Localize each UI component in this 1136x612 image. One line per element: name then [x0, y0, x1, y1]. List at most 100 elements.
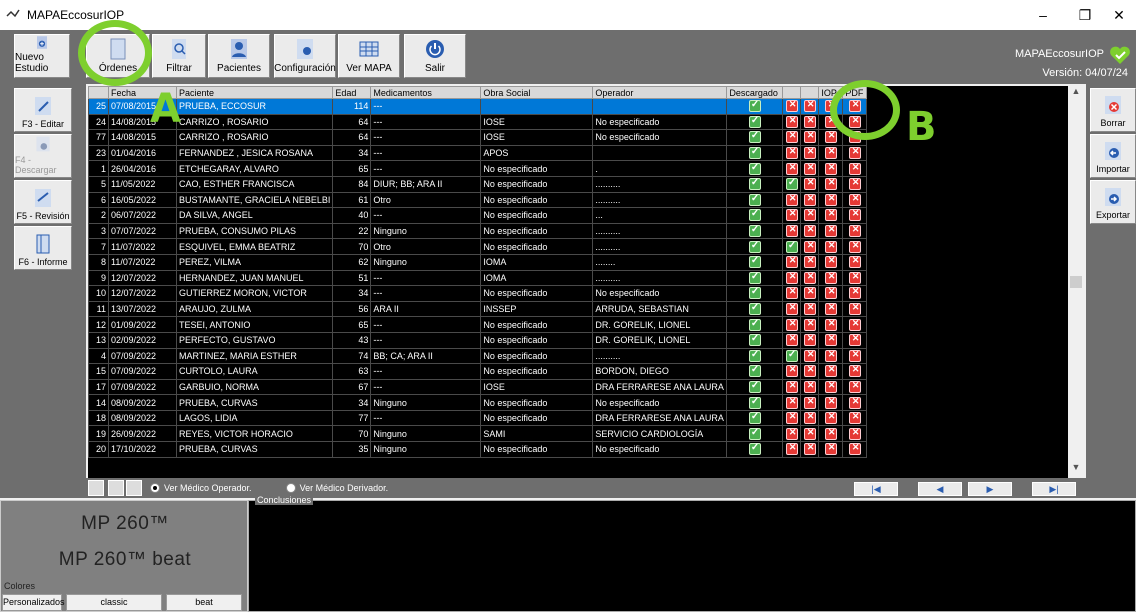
cross-icon[interactable] — [803, 209, 816, 222]
cross-icon[interactable] — [785, 99, 798, 113]
col-id[interactable] — [88, 86, 109, 99]
export-button[interactable]: Exportar — [1090, 180, 1136, 224]
cross-icon[interactable] — [803, 318, 816, 331]
cross-icon[interactable] — [824, 318, 837, 331]
cross-icon[interactable] — [848, 193, 861, 206]
cross-icon[interactable] — [848, 271, 861, 284]
view-toggle-button[interactable] — [88, 480, 104, 496]
radio-referrer-dot[interactable] — [285, 483, 296, 493]
table-row[interactable]: 11 13/07/2022 ARAUJO, ZULMA 56 ARA II INSSEP A… — [88, 300, 868, 318]
cross-icon[interactable] — [785, 115, 798, 128]
radio-operator-dot[interactable] — [150, 483, 160, 493]
check-icon[interactable] — [748, 240, 761, 253]
table-row[interactable]: 3 07/07/2022 PRUEBA, CONSUMO PILAS 22 Ningun… — [88, 222, 868, 240]
table-row[interactable]: 77 14/08/2015 CARRIZO , ROSARIO 64 --- IOSE No… — [88, 129, 868, 146]
check-icon[interactable] — [748, 302, 761, 316]
cross-icon[interactable] — [848, 396, 861, 409]
cross-icon[interactable] — [824, 396, 837, 409]
check-icon[interactable] — [748, 318, 761, 331]
col-operator[interactable]: Operador — [592, 86, 728, 99]
check-icon[interactable] — [748, 99, 761, 113]
cross-icon[interactable] — [824, 349, 837, 362]
cross-icon[interactable] — [848, 443, 861, 456]
settings-button[interactable]: Configuración — [274, 34, 336, 78]
zoom-out-button[interactable] — [126, 480, 142, 496]
cross-icon[interactable] — [803, 287, 816, 300]
check-icon[interactable] — [748, 255, 761, 269]
cross-icon[interactable] — [824, 380, 837, 393]
table-row[interactable]: 23 01/04/2016 FERNANDEZ , JESICA ROSANA 34-… — [88, 144, 868, 162]
table-row[interactable]: 5 11/05/2022 CAO, ESTHER FRANCISCA 84 DIUR; … — [88, 175, 868, 193]
table-row[interactable]: 8 11/07/2022 PEREZ, VILMA 62 Ninguno IOMA....… — [88, 253, 868, 271]
col-downloaded[interactable]: Descargado — [726, 86, 784, 99]
cross-icon[interactable] — [848, 427, 861, 440]
cross-icon[interactable] — [848, 209, 861, 222]
check-icon[interactable] — [748, 177, 761, 191]
cross-icon[interactable] — [824, 411, 837, 425]
zoom-in-button[interactable] — [108, 480, 124, 496]
report-button[interactable]: F6 - Informe — [14, 226, 72, 270]
check-icon[interactable] — [748, 209, 761, 222]
check-icon[interactable] — [748, 411, 761, 425]
cross-icon[interactable] — [824, 255, 837, 269]
cross-icon[interactable] — [824, 333, 837, 347]
check-icon[interactable] — [748, 271, 761, 284]
close-button[interactable]: ✕ — [1098, 0, 1136, 30]
check-icon[interactable] — [785, 349, 798, 362]
check-icon[interactable] — [748, 396, 761, 409]
cross-icon[interactable] — [785, 193, 798, 206]
patients-button[interactable]: Pacientes — [208, 34, 270, 78]
cross-icon[interactable] — [824, 271, 837, 284]
cross-icon[interactable] — [824, 209, 837, 222]
cross-icon[interactable] — [803, 131, 816, 144]
col-medications[interactable]: Medicamentos — [370, 86, 482, 99]
cross-icon[interactable] — [824, 365, 837, 378]
cross-icon[interactable] — [803, 443, 816, 456]
filter-button[interactable]: Filtrar — [152, 34, 206, 78]
cross-icon[interactable] — [785, 131, 798, 144]
check-icon[interactable] — [748, 146, 761, 160]
cross-icon[interactable] — [824, 193, 837, 206]
radio-operator[interactable]: Ver Médico Operador. — [150, 483, 252, 493]
scroll-down-arrow[interactable]: ▼ — [1068, 462, 1084, 478]
prev-page-button[interactable]: ◀ — [918, 482, 962, 496]
table-row[interactable]: 4 07/09/2022 MARTINEZ, MARIA ESTHER 74 BB; C… — [88, 347, 868, 365]
col-flag[interactable] — [800, 86, 820, 99]
cross-icon[interactable] — [848, 349, 861, 362]
cross-icon[interactable] — [803, 411, 816, 425]
cross-icon[interactable] — [803, 427, 816, 440]
cross-icon[interactable] — [785, 427, 798, 440]
check-icon[interactable] — [748, 115, 761, 128]
cross-icon[interactable] — [803, 99, 816, 113]
table-row[interactable]: 19 26/09/2022 REYES, VICTOR HORACIO 70 Ningu… — [88, 425, 868, 443]
cross-icon[interactable] — [803, 255, 816, 269]
cross-icon[interactable] — [848, 287, 861, 300]
check-icon[interactable] — [748, 443, 761, 456]
cross-icon[interactable] — [824, 162, 837, 175]
col-insurance[interactable]: Obra Social — [480, 86, 594, 99]
table-row[interactable]: 14 08/09/2022 PRUEBA, CURVAS 34 Ninguno No es… — [88, 394, 868, 411]
cross-icon[interactable] — [824, 240, 837, 253]
cross-icon[interactable] — [785, 224, 798, 238]
first-page-button[interactable]: |◀ — [854, 482, 898, 496]
table-row[interactable]: 18 08/09/2022 LAGOS, LIDIA 77 --- No especifi… — [88, 409, 868, 427]
cross-icon[interactable] — [803, 240, 816, 253]
check-icon[interactable] — [748, 162, 761, 175]
cross-icon[interactable] — [803, 115, 816, 128]
cross-icon[interactable] — [824, 287, 837, 300]
check-icon[interactable] — [748, 427, 761, 440]
color-classic-button[interactable]: classic — [66, 594, 162, 611]
scroll-thumb[interactable] — [1070, 276, 1082, 288]
color-beat-button[interactable]: beat — [166, 594, 242, 611]
cross-icon[interactable] — [824, 302, 837, 316]
table-row[interactable]: 2 06/07/2022 DA SILVA, ANGEL 40 --- No especi… — [88, 207, 868, 224]
last-page-button[interactable]: ▶| — [1032, 482, 1076, 496]
cross-icon[interactable] — [848, 240, 861, 253]
next-page-button[interactable]: ▶ — [968, 482, 1012, 496]
cross-icon[interactable] — [824, 177, 837, 191]
delete-button[interactable]: Borrar — [1090, 88, 1136, 132]
cross-icon[interactable] — [785, 146, 798, 160]
cross-icon[interactable] — [785, 271, 798, 284]
download-button[interactable]: F4 - Descargar — [14, 134, 72, 178]
cross-icon[interactable] — [803, 349, 816, 362]
